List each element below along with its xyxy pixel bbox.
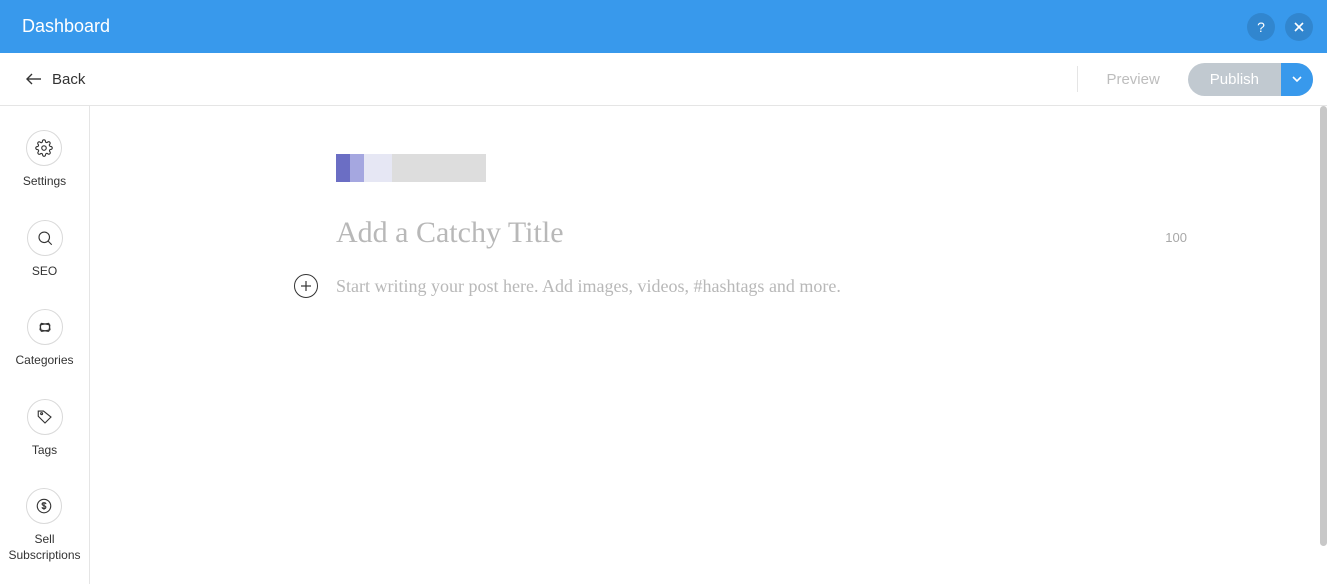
sidebar-item-settings[interactable]: Settings — [23, 130, 66, 190]
publish-split-button: Publish — [1188, 63, 1313, 96]
preview-button[interactable]: Preview — [1106, 71, 1159, 88]
sidebar-item-label: Categories — [15, 353, 73, 369]
dollar-icon — [26, 488, 62, 524]
add-content-button[interactable] — [294, 274, 318, 298]
toolbar: Back Preview Publish — [0, 53, 1327, 106]
scrollbar[interactable] — [1320, 106, 1327, 584]
gear-icon — [26, 130, 62, 166]
tag-icon — [27, 399, 63, 435]
sidebar-item-label: Settings — [23, 174, 66, 190]
close-button[interactable] — [1285, 13, 1313, 41]
author-row — [336, 154, 1187, 182]
search-icon — [27, 220, 63, 256]
sidebar-item-categories[interactable]: Categories — [15, 309, 73, 369]
sidebar-item-label: SEO — [32, 264, 57, 280]
sidebar-item-tags[interactable]: Tags — [27, 399, 63, 459]
cards-icon — [27, 309, 63, 345]
title-row: 100 — [336, 216, 1187, 250]
sidebar-item-label: Sell Subscriptions — [8, 532, 80, 563]
sidebar-item-label: Tags — [32, 443, 57, 459]
help-icon: ? — [1257, 19, 1265, 35]
publish-button[interactable]: Publish — [1188, 63, 1281, 96]
header-actions: ? — [1247, 13, 1313, 41]
toolbar-right: Preview Publish — [1077, 63, 1313, 96]
help-button[interactable]: ? — [1247, 13, 1275, 41]
toolbar-divider — [1077, 66, 1078, 92]
back-button[interactable]: Back — [26, 71, 85, 88]
close-icon — [1292, 20, 1306, 34]
app-header: Dashboard ? — [0, 0, 1327, 53]
chevron-down-icon — [1292, 76, 1302, 82]
title-char-count: 100 — [1165, 230, 1187, 245]
body-input[interactable] — [336, 276, 1036, 297]
arrow-left-icon — [26, 73, 42, 85]
sidebar-item-seo[interactable]: SEO — [27, 220, 63, 280]
author-avatar-pixelated — [336, 154, 486, 182]
plus-icon — [300, 280, 312, 292]
header-title: Dashboard — [22, 16, 110, 37]
title-input[interactable] — [336, 216, 936, 250]
publish-dropdown-button[interactable] — [1281, 63, 1313, 96]
body-row — [336, 274, 1187, 298]
back-label: Back — [52, 71, 85, 88]
content-area: Settings SEO Categories — [0, 106, 1327, 584]
editor: 100 — [90, 106, 1327, 584]
sidebar: Settings SEO Categories — [0, 106, 90, 584]
scrollbar-thumb[interactable] — [1320, 106, 1327, 546]
sidebar-item-sell-subscriptions[interactable]: Sell Subscriptions — [8, 488, 80, 563]
